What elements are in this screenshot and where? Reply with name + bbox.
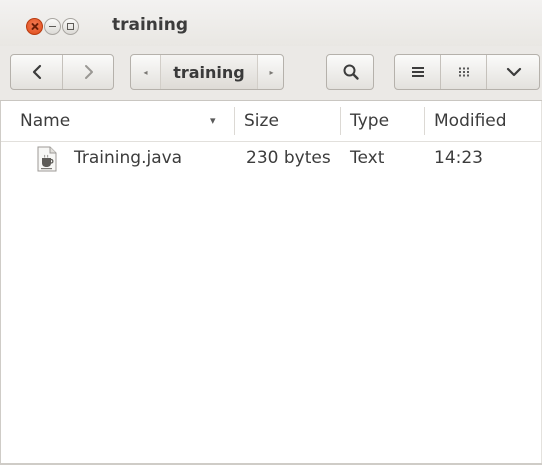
navigation-buttons: [10, 54, 114, 90]
java-file-icon: [36, 146, 58, 172]
view-buttons: [394, 54, 540, 90]
file-modified: 14:23: [434, 148, 483, 168]
maximize-window-button[interactable]: [62, 18, 79, 35]
column-divider[interactable]: [424, 107, 425, 135]
title-bar[interactable]: training: [0, 0, 542, 47]
minimize-window-button[interactable]: [44, 18, 61, 35]
path-bar: ◂ training ▸: [130, 54, 284, 90]
search-button-face[interactable]: [327, 55, 373, 89]
window-title: training: [112, 15, 189, 35]
column-divider[interactable]: [234, 107, 235, 135]
back-button[interactable]: [11, 55, 63, 89]
grid-view-button[interactable]: [441, 55, 487, 89]
column-header-size[interactable]: Size: [244, 101, 334, 141]
chevron-left-icon: [31, 64, 43, 80]
forward-button[interactable]: [63, 55, 113, 89]
file-manager-window: training ◂ training ▸ Name ▾ Size Type M…: [0, 0, 542, 465]
column-header-modified[interactable]: Modified: [434, 101, 542, 141]
toolbar: ◂ training ▸: [0, 46, 542, 101]
search-button[interactable]: [326, 54, 374, 90]
list-view-button[interactable]: [395, 55, 441, 89]
column-header-name[interactable]: Name: [20, 101, 220, 141]
path-scroll-left-button[interactable]: ◂: [131, 55, 161, 89]
tiny-left-arrow-icon: ◂: [143, 67, 148, 77]
search-icon: [342, 63, 360, 81]
column-headers: Name ▾ Size Type Modified: [0, 101, 542, 142]
column-header-type[interactable]: Type: [350, 101, 420, 141]
file-size: 230 bytes: [246, 148, 331, 168]
sort-descending-icon[interactable]: ▾: [210, 101, 216, 141]
close-window-button[interactable]: [26, 18, 43, 35]
file-row[interactable]: Training.java 230 bytes Text 14:23: [0, 142, 542, 176]
chevron-down-icon: [506, 66, 522, 78]
window-left-border: [0, 101, 1, 465]
file-type: Text: [350, 148, 385, 168]
list-view-icon: [411, 66, 425, 78]
grid-view-icon: [457, 66, 471, 78]
tiny-right-arrow-icon: ▸: [269, 67, 274, 77]
chevron-right-icon: [83, 64, 95, 80]
path-scroll-right-button[interactable]: ▸: [257, 55, 283, 89]
view-options-menu-button[interactable]: [487, 55, 539, 89]
path-crumb-training[interactable]: training: [161, 55, 257, 89]
file-name: Training.java: [74, 148, 183, 168]
column-divider[interactable]: [340, 107, 341, 135]
file-list[interactable]: Training.java 230 bytes Text 14:23: [0, 142, 542, 465]
